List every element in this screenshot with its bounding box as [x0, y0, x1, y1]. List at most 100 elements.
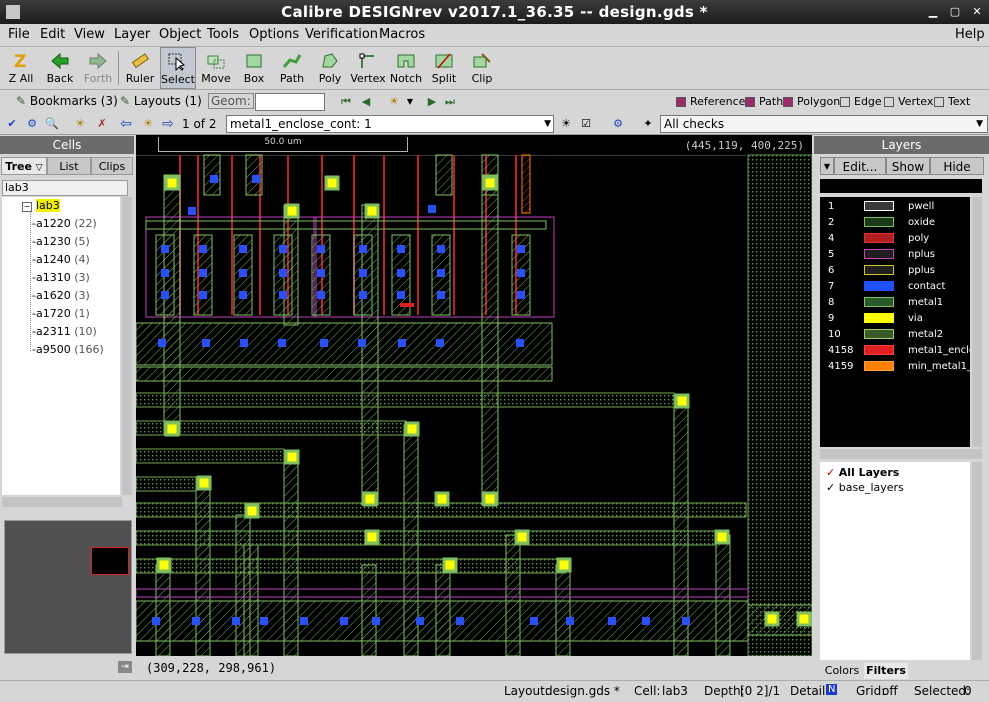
menu-macros[interactable]: Macros [379, 27, 425, 42]
menu-view[interactable]: View [74, 27, 105, 42]
layer-list-hscrollbar[interactable] [820, 449, 982, 459]
last-icon[interactable]: ⏭ [442, 94, 458, 110]
layer-swatch[interactable] [864, 329, 894, 339]
layer-swatch[interactable] [864, 297, 894, 307]
layer-row[interactable]: 4 poly [820, 231, 970, 246]
layer-swatch[interactable] [864, 361, 894, 371]
menu-object[interactable]: Object [159, 27, 201, 42]
layer-row[interactable]: 7 contact [820, 279, 970, 294]
select-button[interactable]: Select [160, 47, 196, 89]
layer-row[interactable]: 5 nplus [820, 247, 970, 262]
prev-icon[interactable]: ◀ [358, 94, 374, 110]
tree-item[interactable]: -a1240 (4) [32, 253, 90, 266]
layer-row[interactable]: 6 pplus [820, 263, 970, 278]
current-result-icon[interactable]: ☀ [140, 116, 156, 132]
menu-verification[interactable]: Verification [305, 27, 378, 42]
layer-swatch[interactable] [864, 233, 894, 243]
layer-row[interactable]: 10 metal2 [820, 327, 970, 342]
layer-swatch[interactable] [864, 281, 894, 291]
back-button[interactable]: Back [42, 47, 78, 89]
edit-layers-button[interactable]: Edit... [834, 157, 886, 175]
vertex-button[interactable]: Vertex [350, 47, 386, 89]
menu-tools[interactable]: Tools [207, 27, 239, 42]
clear-highlight-icon[interactable]: ✗ [94, 116, 110, 132]
menu-file[interactable]: File [8, 27, 30, 42]
layer-row[interactable]: 9 via [820, 311, 970, 326]
notch-button[interactable]: Notch [388, 47, 424, 89]
hide-layers-button[interactable]: Hide [930, 157, 984, 175]
show-layers-button[interactable]: Show [886, 157, 930, 175]
options-gear-icon[interactable]: ⚙ [610, 116, 626, 132]
maximize-icon[interactable]: ▢ [948, 5, 962, 19]
highlight-dropdown-icon[interactable]: ▼ [402, 94, 418, 110]
layer-row[interactable]: 8 metal1 [820, 295, 970, 310]
next-icon[interactable]: ▶ [424, 94, 440, 110]
move-button[interactable]: Move [198, 47, 234, 89]
layer-row[interactable]: 4159 min_metal1_w [820, 359, 970, 374]
tab-tree[interactable]: Tree ▽ [1, 157, 47, 175]
tree-scrollbar[interactable] [122, 197, 132, 495]
layer-filter-input[interactable] [820, 179, 982, 193]
highlight-sun-icon[interactable]: ☀ [386, 94, 402, 110]
check-select[interactable]: metal1_enclose_cont: 1 ▼ [226, 115, 554, 133]
bookmarks-button[interactable]: ✎ Bookmarks (3) [16, 94, 118, 108]
tree-hscrollbar[interactable] [2, 497, 122, 507]
layer-row[interactable]: 2 oxide [820, 215, 970, 230]
menu-help[interactable]: Help [955, 27, 985, 42]
tab-filters[interactable]: Filters [864, 663, 908, 679]
filter-vertex[interactable]: Vertex [884, 95, 933, 108]
layer-swatch[interactable] [864, 265, 894, 275]
tab-list[interactable]: List [47, 157, 91, 175]
overview-panel[interactable] [4, 520, 132, 654]
tab-clips[interactable]: Clips [91, 157, 133, 175]
highlight-icon[interactable]: ☀ [72, 116, 88, 132]
layer-row[interactable]: 4158 metal1_enclos [820, 343, 970, 358]
layers-menu-dropdown[interactable]: ▼ [820, 157, 834, 175]
filter-base-layers[interactable]: ✓ base_layers [826, 481, 904, 494]
layouts-button[interactable]: ✎ Layouts (1) [120, 94, 202, 108]
zall-button[interactable]: Z Z All [4, 47, 38, 89]
layer-swatch[interactable] [864, 217, 894, 227]
filter-all-layers[interactable]: ✓ All Layers [826, 466, 899, 479]
layer-swatch[interactable] [864, 249, 894, 259]
check-box-icon[interactable]: ☑ [578, 116, 594, 132]
menu-options[interactable]: Options [249, 27, 299, 42]
layer-list-scrollbar[interactable] [972, 197, 982, 447]
ruler-button[interactable]: Ruler [122, 47, 158, 89]
split-button[interactable]: Split [426, 47, 462, 89]
prev-result-icon[interactable]: ⇦ [118, 116, 134, 132]
status-detail-value[interactable]: N [826, 684, 838, 695]
highlight-all-icon[interactable]: ☀ [558, 116, 574, 132]
tree-item[interactable]: -a2311 (10) [32, 325, 97, 338]
wand-icon[interactable]: ✦ [640, 116, 656, 132]
layer-swatch[interactable] [864, 313, 894, 323]
path-button[interactable]: Path [274, 47, 310, 89]
checkmark-icon[interactable]: ✔ [4, 116, 20, 132]
layer-row[interactable]: 1 pwell [820, 199, 970, 214]
layout-canvas[interactable]: 50.0 um (445,119, 400,225) [136, 135, 812, 656]
box-button[interactable]: Box [236, 47, 272, 89]
clip-button[interactable]: Clip [464, 47, 500, 89]
allchecks-select[interactable]: All checks ▼ [660, 115, 988, 133]
layer-swatch[interactable] [864, 345, 894, 355]
geom-input[interactable] [255, 93, 325, 111]
filter-reference[interactable]: Reference [676, 95, 745, 108]
layer-swatch[interactable] [864, 201, 894, 211]
tree-item[interactable]: -a9500 (166) [32, 343, 104, 356]
tab-colors[interactable]: Colors [820, 663, 864, 679]
filter-list-scrollbar[interactable] [972, 462, 982, 660]
menu-edit[interactable]: Edit [40, 27, 65, 42]
tree-item[interactable]: -a1230 (5) [32, 235, 90, 248]
tree-root[interactable]: − lab3 [22, 199, 60, 212]
tree-item[interactable]: -a1620 (3) [32, 289, 90, 302]
panel-toggle-icon[interactable]: ⇥ [118, 661, 132, 673]
check-settings-icon[interactable]: ⚙ [24, 116, 40, 132]
filter-text[interactable]: Text [934, 95, 970, 108]
tree-item[interactable]: -a1310 (3) [32, 271, 90, 284]
filter-path[interactable]: Path [745, 95, 783, 108]
first-icon[interactable]: ⏮ [338, 94, 354, 110]
overview-view-rect[interactable] [91, 547, 129, 575]
filter-polygon[interactable]: Polygon [783, 95, 840, 108]
filter-edge[interactable]: Edge [840, 95, 882, 108]
minimize-icon[interactable]: ▁ [926, 5, 940, 19]
